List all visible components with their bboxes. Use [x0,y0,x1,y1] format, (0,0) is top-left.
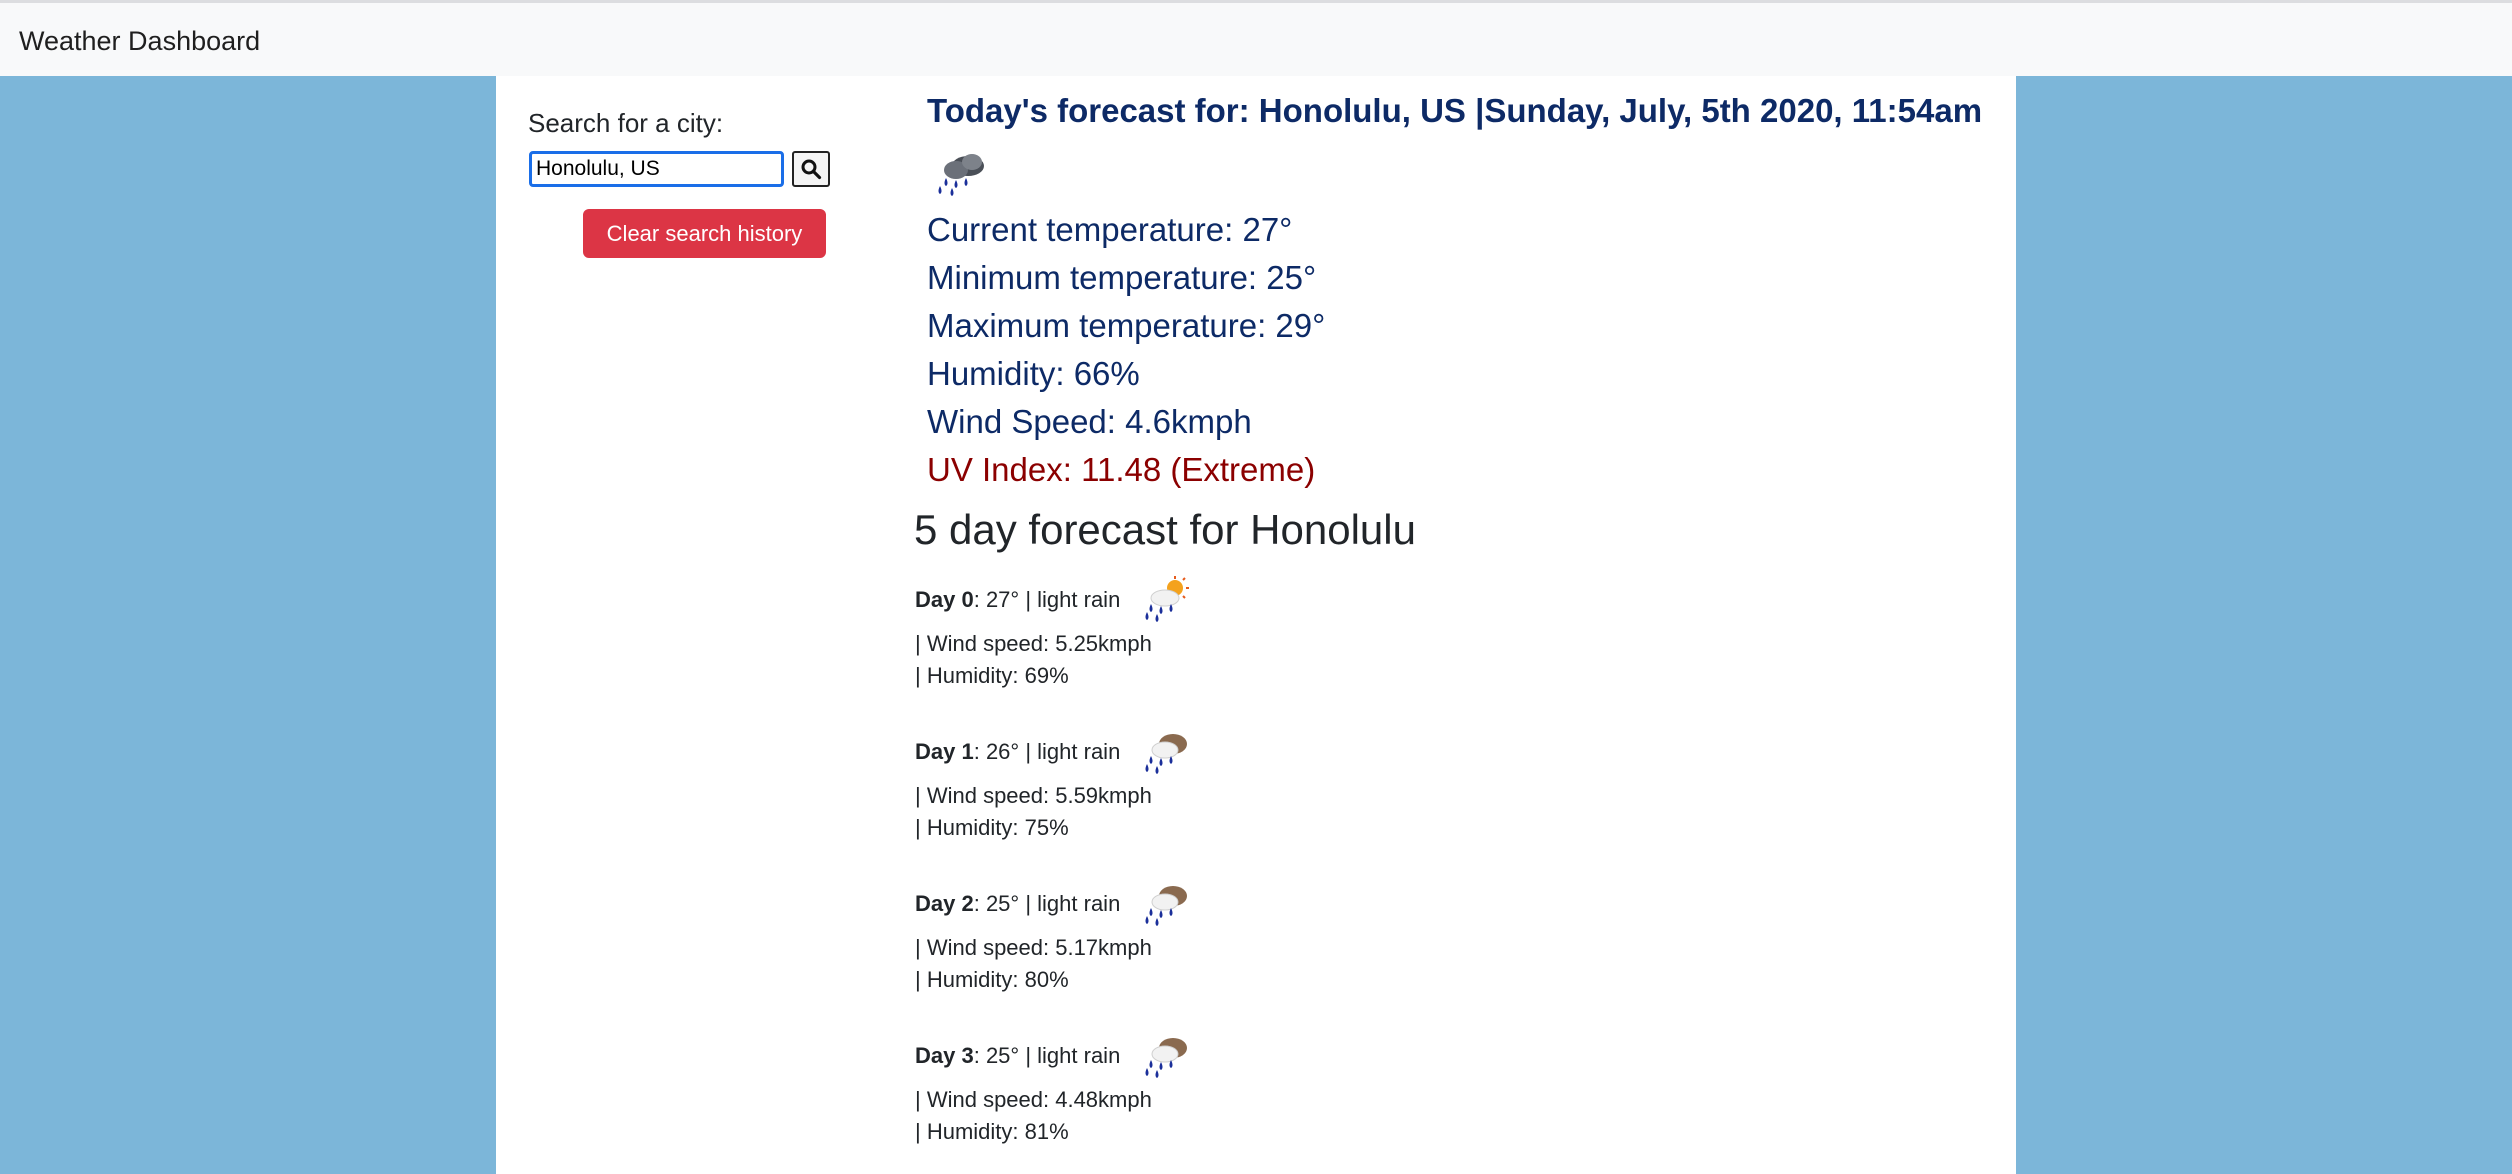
forecast-day-label: Day 1 [915,739,974,764]
forecast-wind-speed: | Wind speed: 5.17kmph [915,935,1152,960]
forecast-day-line: Day 2: 25° | light rain [915,884,1120,924]
search-icon [801,159,822,180]
forecast-day-summary: : 25° | light rain [973,1043,1121,1068]
forecast-wind-speed: | Wind speed: 5.25kmph [915,631,1152,656]
light-rain-night-icon [1145,1038,1187,1078]
forecast-humidity: | Humidity: 80% [915,967,1069,992]
light-rain-night-icon [1145,886,1187,926]
forecast-day-line: Day 0: 27° | light rain [915,580,1120,620]
forecast-day-summary: : 26° | light rain [973,739,1121,764]
forecast-wind-speed: | Wind speed: 5.59kmph [915,783,1152,808]
main-panel: Search for a city: Clear search history … [496,76,2016,1174]
clear-search-history-button[interactable]: Clear search history [583,209,826,258]
current-temperature: Current temperature: 27° [927,211,1293,248]
light-rain-night-icon [1145,734,1187,774]
search-button[interactable] [792,151,830,187]
forecast-day-label: Day 3 [915,1043,974,1068]
forecast-day-line: Day 3: 25° | light rain [915,1036,1120,1076]
forecast-humidity: | Humidity: 69% [915,663,1069,688]
uv-index: UV Index: 11.48 (Extreme) [927,451,1316,488]
light-rain-icon [938,154,984,196]
forecast-day-summary: : 25° | light rain [973,891,1121,916]
forecast-humidity: | Humidity: 75% [915,815,1069,840]
search-input[interactable] [529,151,784,187]
forecast-day-line: Day 1: 26° | light rain [915,732,1120,772]
current-wind-speed: Wind Speed: 4.6kmph [927,403,1252,440]
forecast-day-label: Day 2 [915,891,974,916]
today-forecast-title: Today's forecast for: Honolulu, US |Sund… [927,92,1983,129]
forecast-wind-speed: | Wind speed: 4.48kmph [915,1087,1152,1112]
forecast-day-summary: : 27° | light rain [973,587,1121,612]
five-day-forecast-heading: 5 day forecast for Honolulu [914,506,1416,553]
app-title[interactable]: Weather Dashboard [19,25,260,57]
forecast-day-label: Day 0 [915,587,974,612]
minimum-temperature: Minimum temperature: 25° [927,259,1317,296]
maximum-temperature: Maximum temperature: 29° [927,307,1326,344]
light-rain-day-icon [1145,576,1189,622]
navbar: Weather Dashboard [0,0,2512,76]
search-label: Search for a city: [528,108,724,138]
forecast-humidity: | Humidity: 81% [915,1119,1069,1144]
current-humidity: Humidity: 66% [927,355,1140,392]
